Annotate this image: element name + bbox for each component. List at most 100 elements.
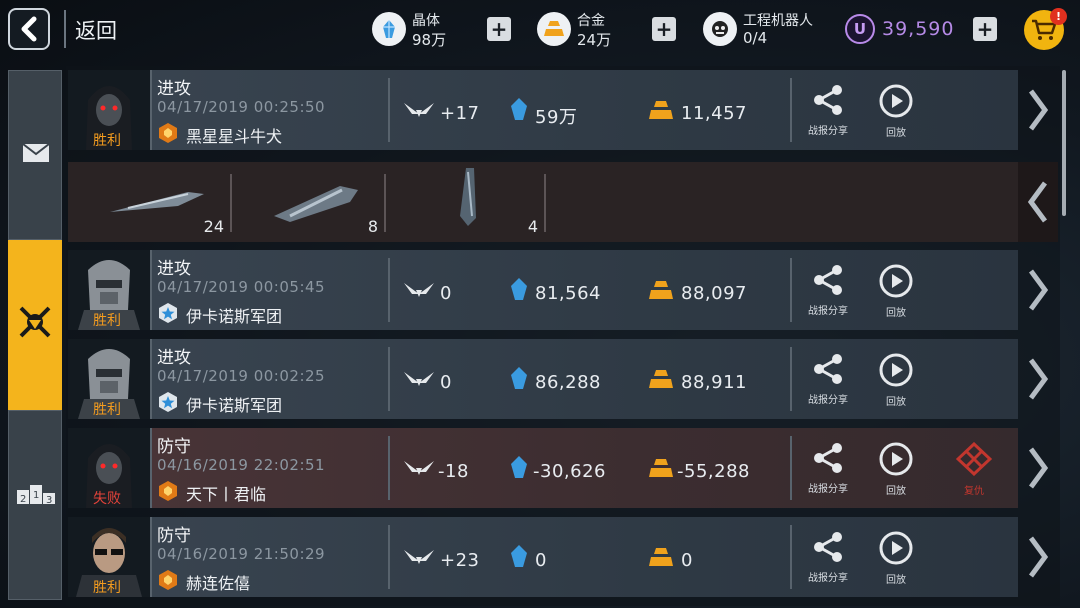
divider — [790, 347, 792, 411]
battle-type: 进攻 — [157, 348, 191, 368]
fleet-unit[interactable]: 8 — [248, 172, 384, 236]
wings-trophy-icon — [404, 461, 434, 475]
battle-record-row[interactable]: 胜利 进攻 04/17/2019 00:02:25 伊卡诺斯军团 0 86,28… — [68, 339, 1018, 419]
blue-star-badge-icon — [159, 303, 177, 323]
divider — [790, 525, 792, 589]
replay-label: 回放 — [886, 128, 906, 139]
battle-record-row[interactable]: 胜利 进攻 04/17/2019 00:05:45 伊卡诺斯军团 0 81,56… — [68, 250, 1018, 330]
gold-rank-badge-icon — [159, 570, 177, 590]
premium-currency-icon: U — [845, 14, 875, 44]
replay-button[interactable]: 回放 — [866, 442, 926, 497]
crystal-icon — [511, 98, 527, 120]
expand-details-button[interactable] — [1018, 70, 1058, 150]
chevron-right-icon — [1028, 89, 1049, 131]
expand-details-button[interactable] — [1018, 250, 1058, 330]
robot-amount: 0/4 — [743, 29, 768, 47]
divider — [790, 78, 792, 142]
fleet-unit[interactable]: 4 — [398, 168, 544, 236]
play-icon — [879, 264, 913, 298]
replay-label: 回放 — [886, 397, 906, 408]
alloy-label: 合金 — [577, 13, 605, 29]
battle-record-row[interactable]: 失败 防守 04/16/2019 22:02:51 天下丨君临 -18 -30,… — [68, 428, 1018, 508]
share-report-button[interactable]: 战报分享 — [798, 264, 858, 317]
expand-details-button[interactable] — [1018, 428, 1058, 508]
divider — [544, 174, 546, 232]
crystal-icon — [511, 456, 527, 478]
header-divider — [64, 10, 66, 48]
back-label[interactable]: 返回 — [75, 15, 117, 45]
crystal-icon — [511, 545, 527, 567]
replay-button[interactable]: 回放 — [866, 353, 926, 408]
tab-ranking[interactable]: 213 — [8, 410, 62, 600]
share-label: 战报分享 — [808, 126, 848, 137]
share-icon — [814, 354, 842, 384]
chevron-right-icon — [1028, 447, 1049, 489]
replay-label: 回放 — [886, 308, 906, 319]
revenge-button[interactable]: 复仇 — [944, 441, 1004, 497]
alloy-change: 0 — [681, 550, 693, 571]
result-status: 胜利 — [93, 580, 121, 596]
battle-time: 04/17/2019 00:25:50 — [157, 98, 326, 116]
battle-record-row[interactable]: 胜利 防守 04/16/2019 21:50:29 赫连佐僖 +23 0 0 战… — [68, 517, 1018, 597]
alloy-change: -55,288 — [677, 461, 750, 482]
tab-battle-reports[interactable] — [8, 240, 62, 420]
opponent-name[interactable]: 天下丨君临 — [186, 481, 266, 505]
share-icon — [814, 532, 842, 562]
share-icon — [814, 443, 842, 473]
share-report-button[interactable]: 战报分享 — [798, 353, 858, 406]
divider — [790, 436, 792, 500]
svg-text:1: 1 — [33, 490, 39, 501]
play-icon — [879, 353, 913, 387]
crystal-change: -30,626 — [533, 461, 606, 482]
trophy-change: 0 — [440, 283, 452, 304]
crossed-swords-icon — [8, 302, 62, 342]
share-report-button[interactable]: 战报分享 — [798, 84, 858, 137]
divider — [388, 436, 390, 500]
expand-details-button[interactable] — [1018, 517, 1058, 597]
add-crystal-button[interactable]: + — [487, 17, 511, 41]
replay-button[interactable]: 回放 — [866, 531, 926, 586]
mail-icon — [9, 143, 63, 163]
alloy-resource: 合金 24万 — [537, 8, 657, 52]
add-alloy-button[interactable]: + — [652, 17, 676, 41]
battle-time: 04/16/2019 22:02:51 — [157, 456, 326, 474]
engineering-robot-resource: 工程机器人 0/4 — [703, 8, 833, 52]
add-premium-currency-button[interactable]: + — [973, 17, 997, 41]
fleet-unit[interactable]: 24 — [98, 172, 230, 236]
battle-record-row[interactable]: 胜利 进攻 04/17/2019 00:25:50 黑星星斗牛犬 +17 59万… — [68, 70, 1018, 150]
crystal-icon — [511, 367, 527, 389]
collapse-details-button[interactable] — [1018, 162, 1058, 242]
back-button[interactable] — [8, 8, 50, 50]
tab-mail[interactable] — [8, 70, 62, 240]
play-icon — [879, 531, 913, 565]
opponent-name[interactable]: 黑星星斗牛犬 — [186, 123, 282, 147]
expand-details-button[interactable] — [1018, 339, 1058, 419]
opponent-name[interactable]: 赫连佐僖 — [186, 570, 250, 594]
alloy-icon — [649, 101, 673, 119]
crystal-label: 晶体 — [412, 13, 440, 29]
cruiser-ship-icon — [274, 186, 358, 222]
revenge-icon — [955, 441, 993, 477]
sunglasses-commander-avatar: 胜利 — [68, 517, 150, 597]
opponent-name[interactable]: 伊卡诺斯军团 — [186, 392, 282, 416]
share-report-button[interactable]: 战报分享 — [798, 442, 858, 495]
share-icon — [814, 85, 842, 115]
top-bar: 返回 晶体 98万 + 合金 24万 + 工程机器人 0/4 U 39,590 … — [0, 0, 1080, 62]
battle-type: 进攻 — [157, 79, 191, 99]
alloy-icon — [537, 12, 571, 46]
battle-time: 04/16/2019 21:50:29 — [157, 545, 326, 563]
trophy-change: +23 — [440, 550, 480, 571]
share-icon — [814, 265, 842, 295]
replay-button[interactable]: 回放 — [866, 84, 926, 139]
replay-button[interactable]: 回放 — [866, 264, 926, 319]
crystal-amount: 98万 — [412, 31, 447, 49]
alloy-change: 88,911 — [681, 372, 747, 393]
wings-trophy-icon — [404, 103, 434, 117]
opponent-name[interactable]: 伊卡诺斯军团 — [186, 303, 282, 327]
battleship-icon — [460, 168, 476, 226]
list-scrollbar[interactable] — [1062, 70, 1066, 216]
share-report-button[interactable]: 战报分享 — [798, 531, 858, 584]
divider — [150, 339, 152, 419]
divider — [150, 428, 152, 508]
crystal-icon — [372, 12, 406, 46]
